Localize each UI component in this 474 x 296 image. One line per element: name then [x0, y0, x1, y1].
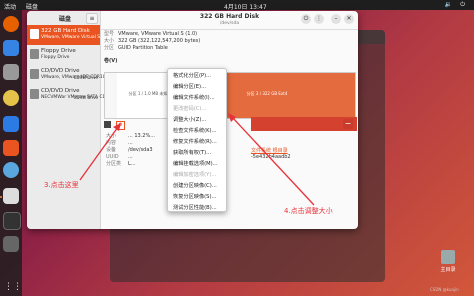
delete-partition-button[interactable]: − [343, 119, 353, 129]
partition-bar: 分区 1 / 1.0 MB 未知 分区 3 / 322 GB Ext4 [104, 72, 356, 119]
info-value: 322 GB (322,122,547,200 bytes) [118, 38, 201, 44]
mount-point-link[interactable]: 文件系统 根目录 [251, 147, 288, 154]
menu-item-change-password: 更改密码(C)... [173, 106, 207, 112]
clock[interactable]: 4月10日 13:47 [224, 2, 267, 11]
drive-name: Floppy Drive [41, 48, 76, 54]
info-value: VMware, VMware Virtual S (1.0) [118, 31, 198, 37]
home-folder-label: 主目录 [440, 267, 456, 273]
firefox-icon[interactable] [3, 16, 19, 32]
files-icon[interactable] [3, 64, 19, 80]
info-key: 分区 [104, 45, 115, 51]
disks-icon[interactable] [3, 188, 19, 204]
sidebar-header: 磁盘 ≡ [27, 11, 100, 25]
detail-key: 大小 [106, 133, 117, 139]
folder-icon [441, 250, 455, 264]
info-value: GUID Partition Table [118, 45, 168, 51]
detail-row: 设备/dev/sda3 [106, 147, 155, 154]
drive-model: Floppy Drive [41, 55, 70, 60]
home-folder-desktop-icon[interactable]: 主目录 [432, 250, 464, 273]
drive-name: 322 GB Hard Disk [41, 28, 90, 34]
step3-annotation: 3.点击这里 [44, 181, 79, 189]
sidebar-menu-button[interactable]: ≡ [86, 13, 98, 24]
disk-info: 型号 VMware, VMware Virtual S (1.0) 大小 322 G… [104, 31, 200, 52]
terminal-icon[interactable] [3, 212, 21, 230]
menu-item-mount-options[interactable]: 编辑挂载选项(M)... [173, 160, 218, 167]
dock: ⋮⋮ [0, 10, 22, 296]
menu-item-format[interactable]: 格式化分区(P)... [173, 72, 211, 79]
header-bar: 322 GB Hard Disk /dev/sda ⏻ ⋮ – ✕ [101, 11, 358, 30]
drive-type: CDRW Drive [73, 75, 98, 80]
detail-row: 分区类 L... [106, 161, 155, 168]
gear-icon[interactable]: ⚙ [116, 121, 125, 130]
floppy-icon [30, 49, 39, 59]
drive-menu-button[interactable]: ⋮ [314, 14, 324, 24]
optical-drive-icon [30, 89, 39, 99]
app-menu[interactable]: 磁盘 [26, 2, 38, 11]
drive-type: CDRW Drive [73, 95, 98, 100]
info-row: 型号 VMware, VMware Virtual S (1.0) [104, 31, 200, 38]
help-icon[interactable] [3, 162, 19, 178]
menu-item-edit-partition[interactable]: 编辑分区(E)... [173, 83, 206, 90]
volumes-label: 卷(V) [104, 58, 118, 64]
stop-icon[interactable] [104, 121, 111, 128]
mail-icon[interactable] [3, 40, 19, 56]
detail-row: 大小 ... 13.2%... [106, 133, 155, 140]
drive-item-cdrom-1[interactable]: CD/DVD Drive VMware, VMware IDE CDR10 CD… [27, 65, 106, 85]
partition-details: 大小 ... 13.2%... 内容... 设备/dev/sda3 UUID...… [106, 133, 155, 168]
menu-item-resize[interactable]: 调整大小(Z)... [173, 116, 206, 123]
system-tray[interactable]: 🔉 ⏻ [445, 1, 468, 9]
rhythmbox-icon[interactable] [3, 90, 19, 106]
detail-key: 设备 [106, 147, 117, 153]
disks-window: 磁盘 ≡ 322 GB Hard Disk VMware, VMware Vir… [27, 11, 358, 229]
menu-item-restore-image[interactable]: 恢复分区映像(S)... [173, 193, 216, 200]
power-off-button[interactable]: ⏻ [301, 14, 311, 24]
menu-item-edit-filesystem[interactable]: 编辑文件系统(I)... [173, 94, 215, 101]
drive-item-cdrom-2[interactable]: CD/DVD Drive NECVMWar VMware SATA CD01 C… [27, 85, 112, 105]
detail-key: UUID [106, 154, 119, 160]
menu-item-encryption-options: 编辑加密选项(Y)... [173, 172, 217, 178]
menu-item-check-filesystem[interactable]: 检查文件系统(K)... [173, 127, 217, 134]
uuid-tail: -5e432b4aadb2 [251, 154, 291, 160]
watermark: CSDN @kuajin [430, 287, 459, 292]
close-button[interactable]: ✕ [344, 14, 354, 24]
minimize-button[interactable]: – [331, 14, 341, 24]
menu-item-create-image[interactable]: 创建分区映像(C)... [173, 182, 217, 189]
detail-value: /dev/sda3 [128, 147, 153, 153]
info-row: 分区 GUID Partition Table [104, 45, 200, 52]
detail-value: ... [128, 154, 133, 160]
sidebar: 磁盘 ≡ 322 GB Hard Disk VMware, VMware Vir… [27, 11, 112, 229]
active-indicator [0, 196, 2, 198]
writer-icon[interactable] [3, 116, 19, 132]
info-key: 型号 [104, 31, 115, 37]
step4-annotation: 4.点击调整大小 [284, 207, 333, 215]
detail-key: 分区类 [106, 161, 122, 167]
detail-key: 内容 [106, 140, 117, 146]
menu-item-benchmark[interactable]: 测试分区性能(B)... [173, 204, 217, 211]
drive-item-floppy[interactable]: Floppy Drive Floppy Drive [27, 45, 100, 65]
drive-name: CD/DVD Drive [41, 88, 80, 94]
detail-row: 内容... [106, 140, 155, 147]
detail-value: L... [128, 161, 136, 167]
menu-item-take-ownership[interactable]: 获取所有权(T)... [173, 149, 211, 156]
detail-value: ... [128, 140, 133, 146]
hard-disk-icon [30, 29, 39, 39]
drive-model: VMware, VMware Virtual S [41, 35, 101, 40]
top-bar: 活动 磁盘 4月10日 13:47 🔉 ⏻ [0, 0, 474, 11]
main-pane: 322 GB Hard Disk /dev/sda ⏻ ⋮ – ✕ 型号 VMwa… [101, 11, 358, 229]
drive-icon[interactable] [3, 236, 19, 252]
info-row: 大小 322 GB (322,122,547,200 bytes) [104, 38, 200, 45]
selected-partition-highlight [251, 117, 357, 131]
drive-item-hard-disk[interactable]: 322 GB Hard Disk VMware, VMware Virtual … [27, 25, 100, 45]
software-icon[interactable] [3, 140, 19, 156]
menu-item-repair-filesystem[interactable]: 修复文件系统(R)... [173, 138, 217, 145]
sidebar-title: 磁盘 [59, 16, 72, 23]
detail-row: UUID... [106, 154, 155, 161]
show-apps-icon[interactable]: ⋮⋮ [4, 280, 22, 294]
optical-drive-icon [30, 69, 39, 79]
drive-name: CD/DVD Drive [41, 68, 80, 74]
detail-value: ... 13.2%... [128, 133, 156, 139]
partition-options-menu: 格式化分区(P)... 编辑分区(E)... 编辑文件系统(I)... 更改密码… [167, 68, 227, 212]
info-key: 大小 [104, 38, 115, 44]
